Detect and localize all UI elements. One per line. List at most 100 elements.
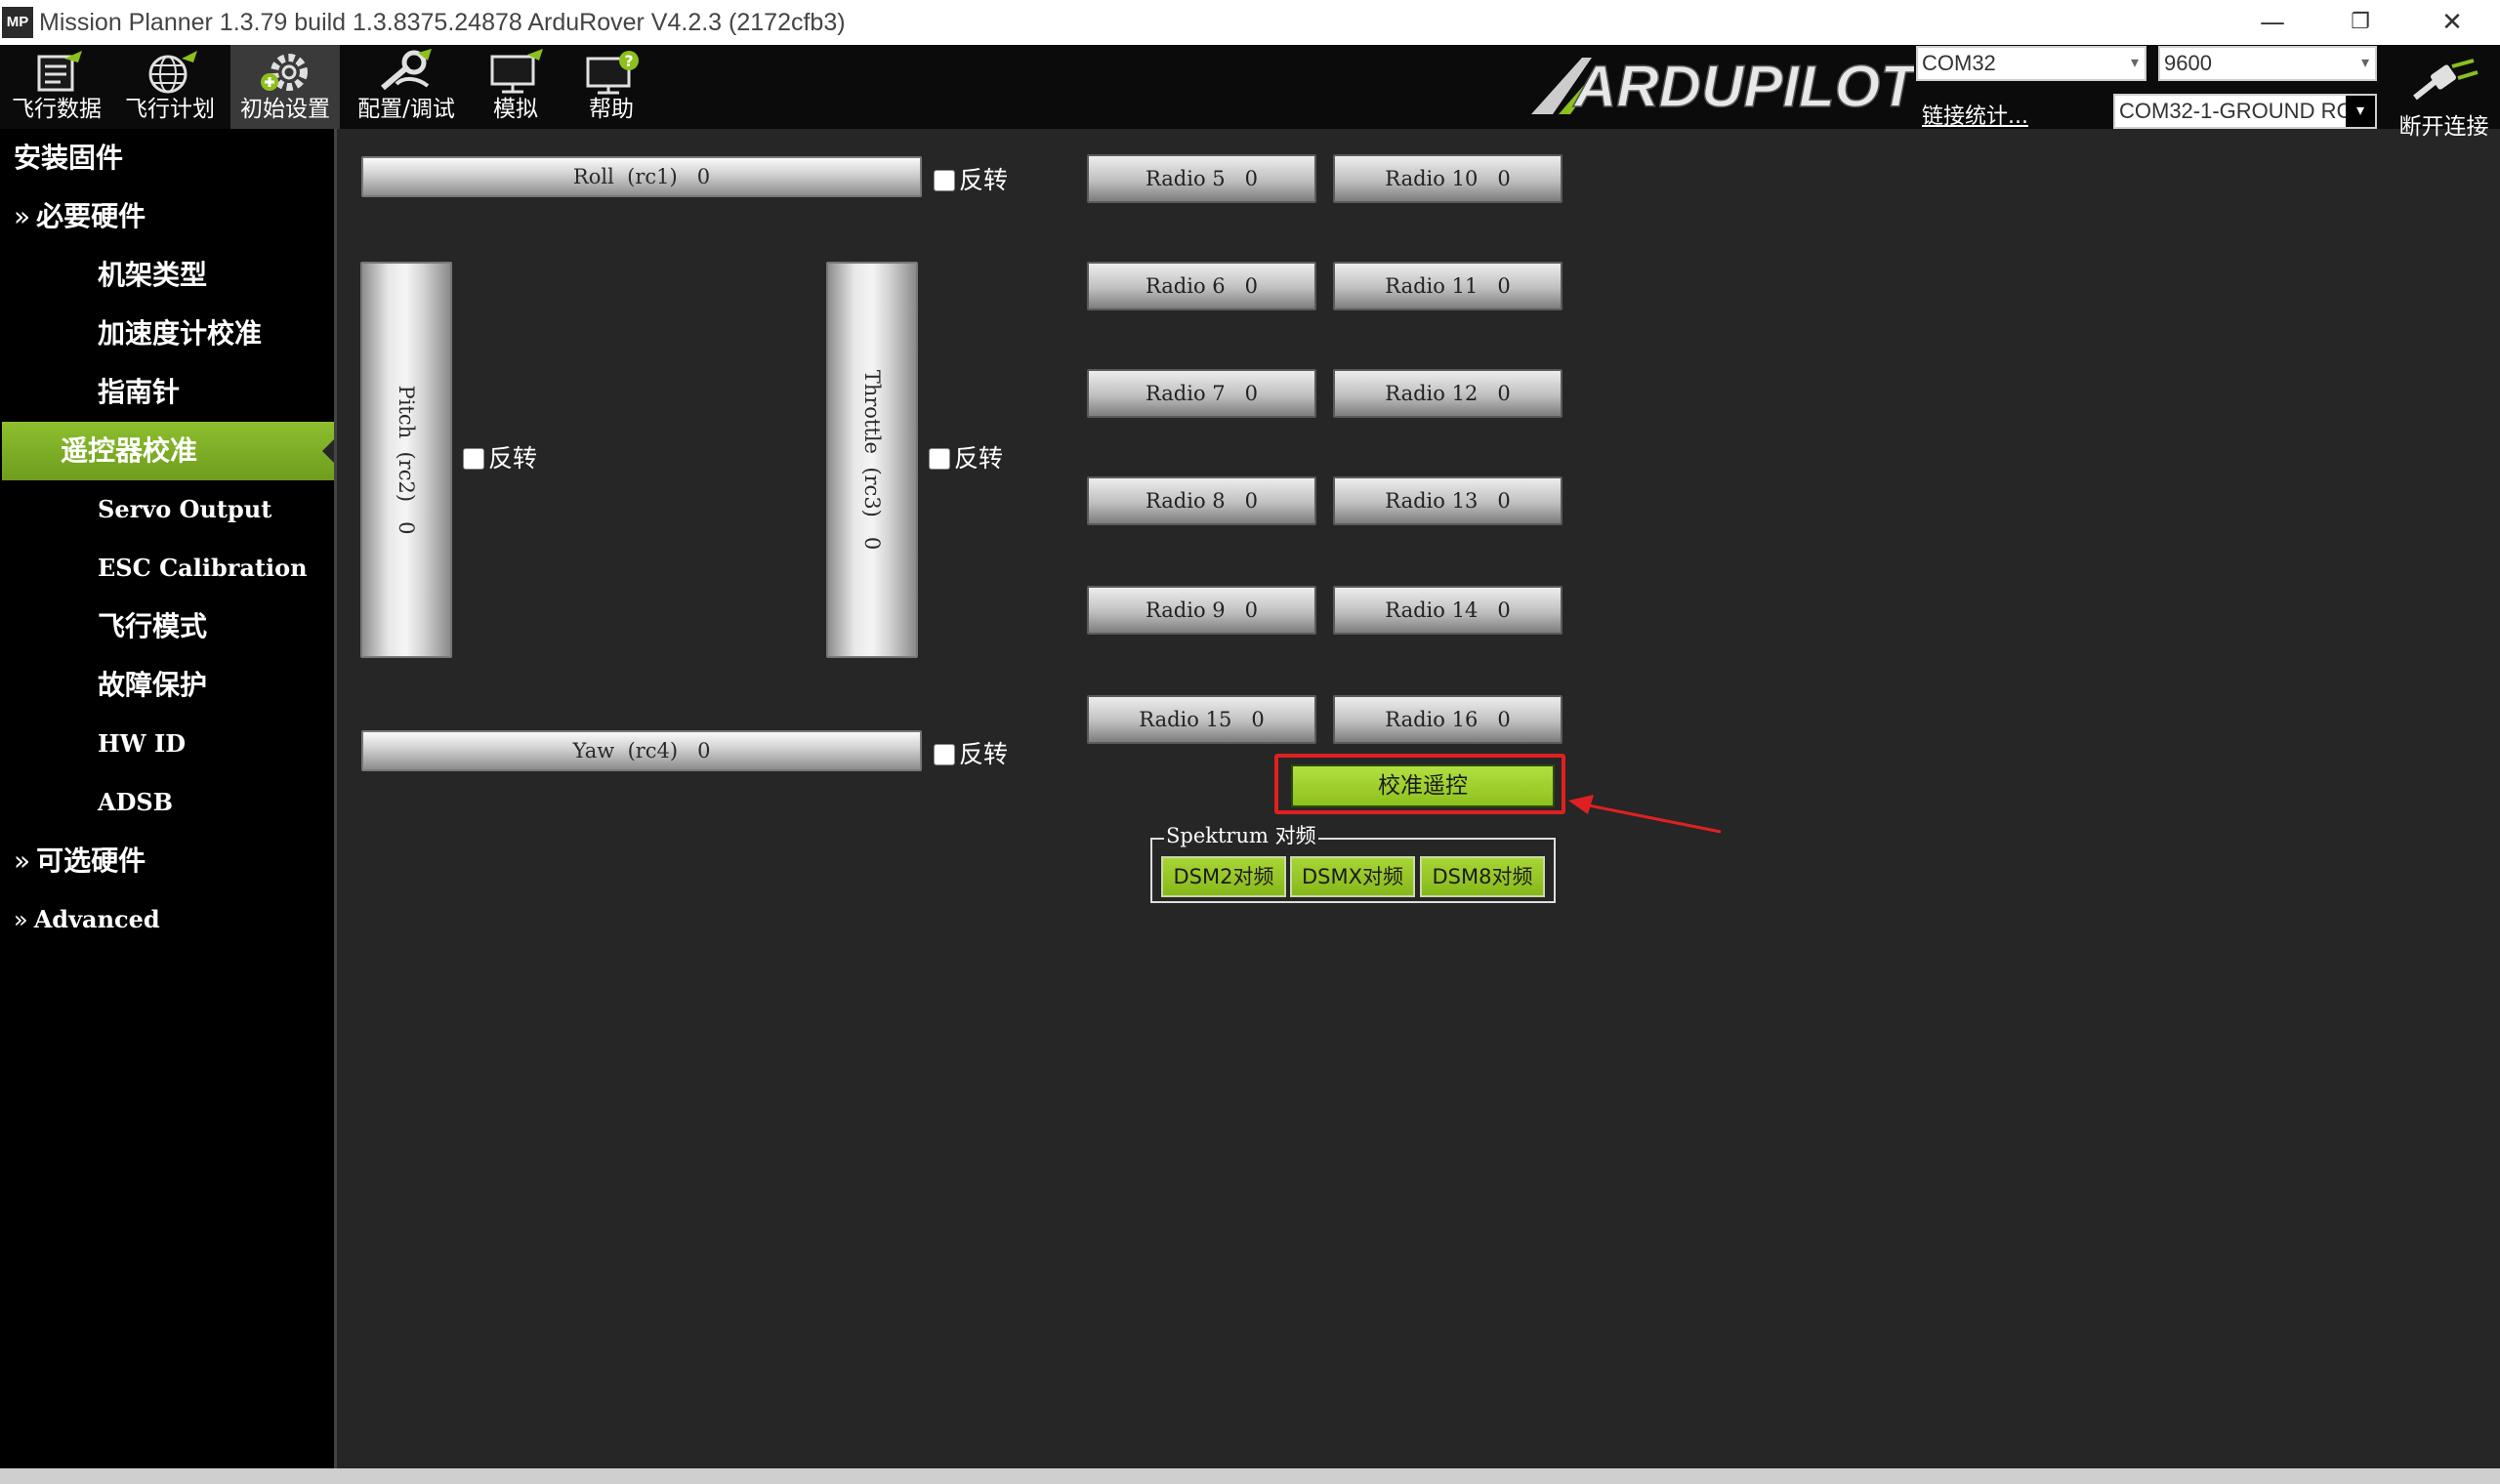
plug-icon <box>2412 59 2479 101</box>
pitch-rc2-label: Pitch (rc2) 0 <box>395 385 418 535</box>
baud-select[interactable]: 9600 ▾ <box>2158 46 2377 81</box>
pitch-rc2-bar: Pitch (rc2) 0 <box>360 262 452 658</box>
sidebar-group-mandatory-hardware[interactable]: » 必要硬件 <box>0 187 334 246</box>
spektrum-bind-group: Spektrum 对频 DSM2对频 DSMX对频 DSM8对频 <box>1150 823 1556 903</box>
pitch-reverse-checkbox[interactable]: 反转 <box>463 444 537 474</box>
sidebar-item-hw-id[interactable]: HW ID <box>0 715 334 773</box>
reverse-label: 反转 <box>959 166 1009 194</box>
device-select[interactable]: COM32-1-GROUND RC ▾ <box>2113 94 2377 129</box>
radio-16-bar: Radio 16 0 <box>1333 695 1562 744</box>
toolbar-label: 飞行计划 <box>125 97 215 122</box>
title-bar: MP Mission Planner 1.3.79 build 1.3.8375… <box>0 0 2500 45</box>
roll-reverse-checkbox[interactable]: 反转 <box>934 166 1008 195</box>
chevron-down-icon: ▾ <box>2130 55 2139 71</box>
toolbar-label: 飞行数据 <box>12 97 102 122</box>
sidebar-item-label: Advanced <box>33 905 160 933</box>
yaw-reverse-checkbox[interactable]: 反转 <box>934 740 1008 769</box>
restore-button[interactable]: ❐ <box>2326 0 2395 45</box>
toolbar-label: 初始设置 <box>240 97 330 122</box>
toolbar-config-tuning[interactable]: 配置/调试 <box>348 45 465 129</box>
disconnect-label: 断开连接 <box>2398 114 2489 140</box>
radio-7-bar: Radio 7 0 <box>1087 369 1316 418</box>
sidebar-item-label: 飞行模式 <box>98 610 208 642</box>
spektrum-legend: Spektrum 对频 <box>1164 823 1318 848</box>
logo-text: ARDUPILOT <box>1572 54 1914 118</box>
flight-plan-icon <box>148 51 197 94</box>
simulation-icon <box>490 49 543 94</box>
close-button[interactable]: ✕ <box>2418 0 2486 45</box>
sidebar-item-accel-calibration[interactable]: 加速度计校准 <box>0 305 334 363</box>
annotation-arrow-icon <box>1568 795 1722 834</box>
toolbar-label: 配置/调试 <box>357 97 455 122</box>
sidebar-item-adsb[interactable]: ADSB <box>0 773 334 832</box>
chevron-double-right-icon: » <box>14 200 31 232</box>
calibrate-radio-button[interactable]: 校准遥控 <box>1291 764 1555 807</box>
roll-rc1-bar: Roll (rc1) 0 <box>361 156 922 197</box>
sidebar-item-label: 安装固件 <box>14 142 124 174</box>
sidebar-item-label: ESC Calibration <box>98 554 308 582</box>
sidebar: 安装固件 » 必要硬件 机架类型 加速度计校准 指南针 遥控器校准 Servo O… <box>0 129 334 1468</box>
sidebar-group-advanced[interactable]: » Advanced <box>0 890 334 949</box>
sidebar-item-install-firmware[interactable]: 安装固件 <box>0 129 334 187</box>
sidebar-item-label: ADSB <box>98 788 174 816</box>
radio-9-bar: Radio 9 0 <box>1087 586 1316 635</box>
radio-5-bar: Radio 5 0 <box>1087 154 1316 203</box>
checkbox-box <box>929 448 950 470</box>
sidebar-item-flight-modes[interactable]: 飞行模式 <box>0 598 334 656</box>
sidebar-group-optional-hardware[interactable]: » 可选硬件 <box>0 832 334 890</box>
dsmx-bind-button[interactable]: DSMX对频 <box>1290 856 1415 897</box>
sidebar-divider[interactable] <box>334 129 337 1468</box>
yaw-rc4-bar: Yaw (rc4) 0 <box>361 730 922 771</box>
minimize-button[interactable]: — <box>2238 0 2307 45</box>
svg-text:?: ? <box>624 52 633 70</box>
ardupilot-logo: ARDUPILOT <box>1523 50 1921 120</box>
sidebar-item-label: HW ID <box>98 729 187 758</box>
dsm2-bind-button[interactable]: DSM2对频 <box>1161 856 1286 897</box>
sidebar-item-label: 遥控器校准 <box>61 434 198 467</box>
toolbar-label: 帮助 <box>589 97 634 122</box>
radio-11-bar: Radio 11 0 <box>1333 262 1562 310</box>
checkbox-box <box>463 448 484 470</box>
dsm8-bind-button[interactable]: DSM8对频 <box>1420 856 1545 897</box>
chevron-double-right-icon: » <box>14 906 28 933</box>
reverse-label: 反转 <box>959 740 1009 768</box>
config-tuning-icon <box>381 49 432 91</box>
bottom-scrollbar[interactable] <box>0 1468 2500 1484</box>
sidebar-item-label: 可选硬件 <box>36 845 146 877</box>
toolbar-help[interactable]: ? 帮助 <box>566 45 656 129</box>
help-icon: ? <box>586 51 639 95</box>
sidebar-item-frame-type[interactable]: 机架类型 <box>0 246 334 305</box>
throttle-reverse-checkbox[interactable]: 反转 <box>929 444 1003 474</box>
checkbox-box <box>934 744 955 765</box>
chevron-down-icon: ▾ <box>2346 96 2375 127</box>
sidebar-item-label: 故障保护 <box>98 669 208 701</box>
toolbar-simulation[interactable]: 模拟 <box>475 45 557 129</box>
initial-setup-icon <box>261 54 308 91</box>
toolbar-flight-data[interactable]: 飞行数据 <box>4 45 109 129</box>
throttle-rc3-label: Throttle (rc3) 0 <box>860 369 884 551</box>
sidebar-item-servo-output[interactable]: Servo Output <box>0 480 334 539</box>
flight-data-icon <box>37 51 82 92</box>
port-select[interactable]: COM32 ▾ <box>1916 46 2146 81</box>
app-icon: MP <box>2 7 33 38</box>
link-stats-link[interactable]: 链接统计... <box>1922 99 2028 130</box>
window-title: Mission Planner 1.3.79 build 1.3.8375.24… <box>39 9 846 36</box>
sidebar-item-failsafe[interactable]: 故障保护 <box>0 656 334 715</box>
toolbar-initial-setup[interactable]: 初始设置 <box>230 45 340 129</box>
chevron-down-icon: ▾ <box>2360 55 2369 71</box>
sidebar-item-compass[interactable]: 指南针 <box>0 363 334 422</box>
sidebar-item-label: 指南针 <box>98 376 181 408</box>
throttle-rc3-bar: Throttle (rc3) 0 <box>826 262 918 658</box>
radio-12-bar: Radio 12 0 <box>1333 369 1562 418</box>
radio-15-bar: Radio 15 0 <box>1087 695 1316 744</box>
toolbar-flight-plan[interactable]: 飞行计划 <box>115 45 225 129</box>
sidebar-item-esc-calibration[interactable]: ESC Calibration <box>0 539 334 598</box>
reverse-label: 反转 <box>488 444 538 473</box>
sidebar-item-radio-calibration[interactable]: 遥控器校准 <box>2 422 334 480</box>
main-toolbar: 飞行数据 飞行计划 初始设置 配置/调试 模拟 ? 帮助 ARDUPILOT C… <box>0 45 2500 129</box>
toolbar-label: 模拟 <box>493 97 538 122</box>
sidebar-item-label: 加速度计校准 <box>98 317 263 350</box>
sidebar-item-label: 必要硬件 <box>36 200 146 232</box>
sidebar-item-label: Servo Output <box>98 495 272 523</box>
disconnect-button[interactable]: 断开连接 <box>2388 45 2500 140</box>
